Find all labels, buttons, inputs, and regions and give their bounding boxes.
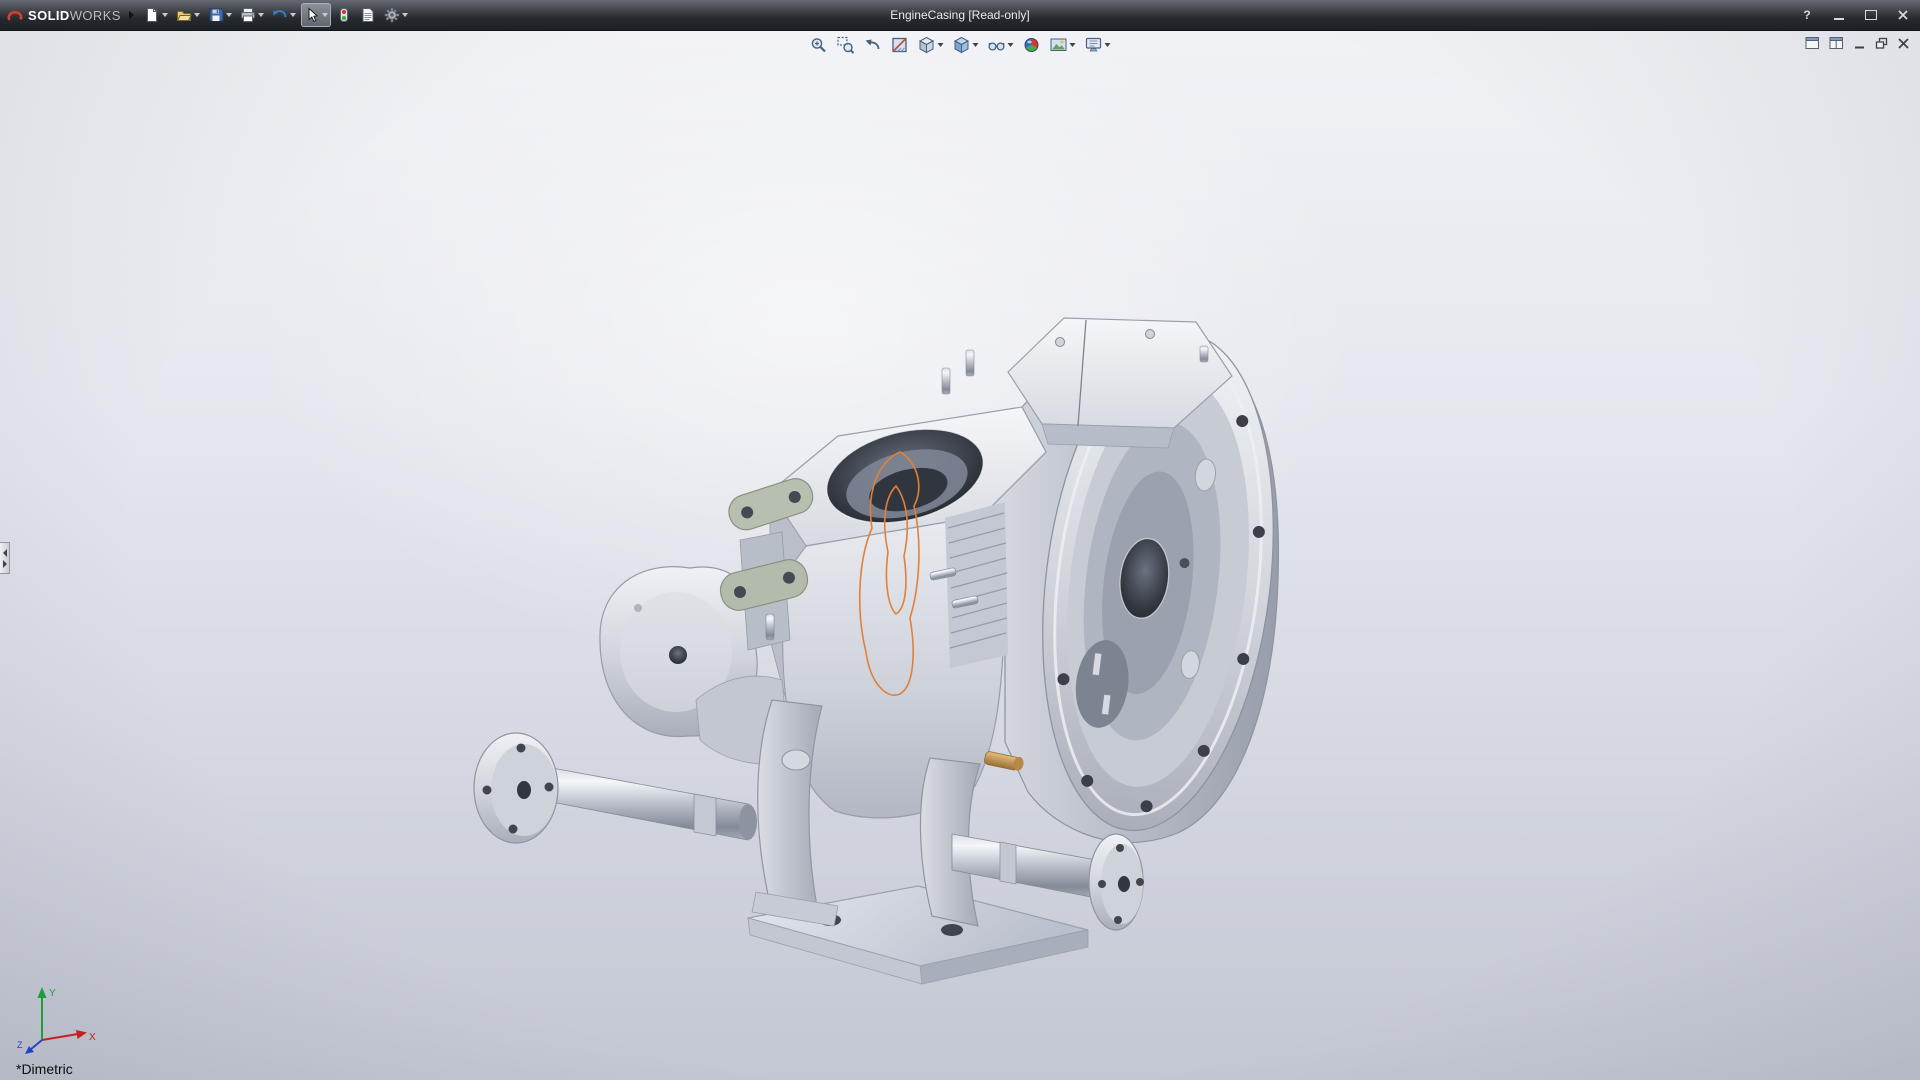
close-icon — [1897, 9, 1909, 21]
svg-text:X: X — [89, 1032, 96, 1043]
zoom-to-area-button[interactable] — [835, 34, 857, 56]
rebuild-icon — [336, 7, 352, 23]
open-icon — [176, 7, 192, 23]
doc-restore-button[interactable] — [1875, 37, 1888, 50]
right-flange[interactable] — [1089, 834, 1144, 930]
print-button[interactable] — [237, 3, 267, 27]
file-properties-button[interactable] — [357, 3, 379, 27]
dropdown-arrow-icon[interactable] — [402, 13, 408, 17]
zoom-to-area-icon — [837, 36, 855, 54]
dropdown-arrow-icon[interactable] — [322, 13, 328, 17]
view-orientation-icon — [918, 36, 936, 54]
dropdown-arrow-icon[interactable] — [1008, 43, 1014, 47]
dropdown-arrow-icon[interactable] — [258, 13, 264, 17]
orientation-triad: Y X Z — [16, 980, 100, 1056]
collapse-arrow-icon — [3, 549, 7, 557]
apply-scene-button[interactable] — [1048, 34, 1078, 56]
maximize-button[interactable] — [1860, 6, 1882, 24]
new-document-button[interactable] — [141, 3, 171, 27]
section-view-icon — [891, 36, 909, 54]
options-button[interactable] — [381, 3, 411, 27]
previous-view-button[interactable] — [862, 34, 884, 56]
apply-scene-icon — [1050, 36, 1068, 54]
dropdown-arrow-icon[interactable] — [1070, 43, 1076, 47]
feature-manager-collapsed-tab[interactable] — [0, 542, 10, 574]
save-button[interactable] — [205, 3, 235, 27]
file-properties-icon — [360, 7, 376, 23]
window-pane-icon — [1805, 36, 1820, 50]
dropdown-arrow-icon[interactable] — [973, 43, 979, 47]
dropdown-arrow-icon[interactable] — [938, 43, 944, 47]
view-settings-button[interactable] — [1083, 34, 1113, 56]
previous-view-icon — [864, 36, 882, 54]
expand-arrow-icon — [3, 560, 7, 568]
edit-appearance-button[interactable] — [1021, 34, 1043, 56]
edit-appearance-icon — [1023, 36, 1041, 54]
new-document-icon — [144, 7, 160, 23]
doc-close-button[interactable] — [1897, 37, 1910, 50]
solidworks-window: SOLIDWORKS — [0, 0, 1920, 1080]
brand-text: SOLIDWORKS — [28, 8, 121, 23]
save-icon — [208, 7, 224, 23]
ds-swirl-icon — [6, 7, 24, 23]
undo-button[interactable] — [269, 3, 299, 27]
triad-x-axis: X — [42, 1030, 96, 1043]
close-icon — [1897, 37, 1910, 50]
minimize-button[interactable] — [1828, 6, 1850, 24]
hide-show-items-button[interactable] — [986, 34, 1016, 56]
close-button[interactable] — [1892, 6, 1914, 24]
restore-icon — [1875, 37, 1888, 50]
dropdown-arrow-icon[interactable] — [194, 13, 200, 17]
select-icon — [304, 7, 320, 23]
minimize-icon — [1853, 37, 1866, 50]
display-style-icon — [953, 36, 971, 54]
svg-text:Y: Y — [49, 988, 56, 999]
graphics-area[interactable]: Y X Z *Dimetric — [0, 30, 1920, 1080]
triad-y-axis: Y — [38, 987, 57, 1040]
undo-icon — [272, 7, 288, 23]
window-pane-split-button[interactable] — [1829, 36, 1844, 50]
dropdown-arrow-icon[interactable] — [290, 13, 296, 17]
view-settings-icon — [1085, 36, 1103, 54]
minimize-icon — [1834, 18, 1844, 20]
triad-z-axis: Z — [17, 1040, 42, 1054]
hide-show-items-icon — [988, 36, 1006, 54]
app-logo: SOLIDWORKS — [6, 7, 121, 23]
rebuild-button[interactable] — [333, 3, 355, 27]
cooling-fins — [945, 502, 1008, 668]
open-button[interactable] — [173, 3, 203, 27]
window-pane-split-icon — [1829, 36, 1844, 50]
select-tool-button[interactable] — [301, 3, 331, 27]
maximize-icon — [1865, 10, 1877, 20]
svg-text:Z: Z — [17, 1040, 23, 1050]
help-button[interactable]: ? — [1796, 6, 1818, 24]
display-style-button[interactable] — [951, 34, 981, 56]
print-icon — [240, 7, 256, 23]
zoom-to-fit-button[interactable] — [808, 34, 830, 56]
view-orientation-label: *Dimetric — [16, 1061, 73, 1077]
heads-up-toolbar — [808, 34, 1113, 56]
left-flange[interactable] — [474, 733, 558, 843]
brand-solid: SOLID — [28, 8, 70, 23]
zoom-to-fit-icon — [810, 36, 828, 54]
document-window-controls — [1805, 36, 1910, 50]
dropdown-arrow-icon[interactable] — [1105, 43, 1111, 47]
doc-minimize-button[interactable] — [1853, 37, 1866, 50]
window-pane-button[interactable] — [1805, 36, 1820, 50]
toolbar-grip-icon[interactable] — [129, 11, 134, 19]
window-controls: ? — [1796, 6, 1914, 24]
options-icon — [384, 7, 400, 23]
model-canvas[interactable] — [0, 30, 1920, 1080]
dropdown-arrow-icon[interactable] — [162, 13, 168, 17]
section-view-button[interactable] — [889, 34, 911, 56]
dropdown-arrow-icon[interactable] — [226, 13, 232, 17]
title-bar: SOLIDWORKS — [0, 0, 1920, 31]
brand-works: WORKS — [70, 8, 121, 23]
view-orientation-button[interactable] — [916, 34, 946, 56]
